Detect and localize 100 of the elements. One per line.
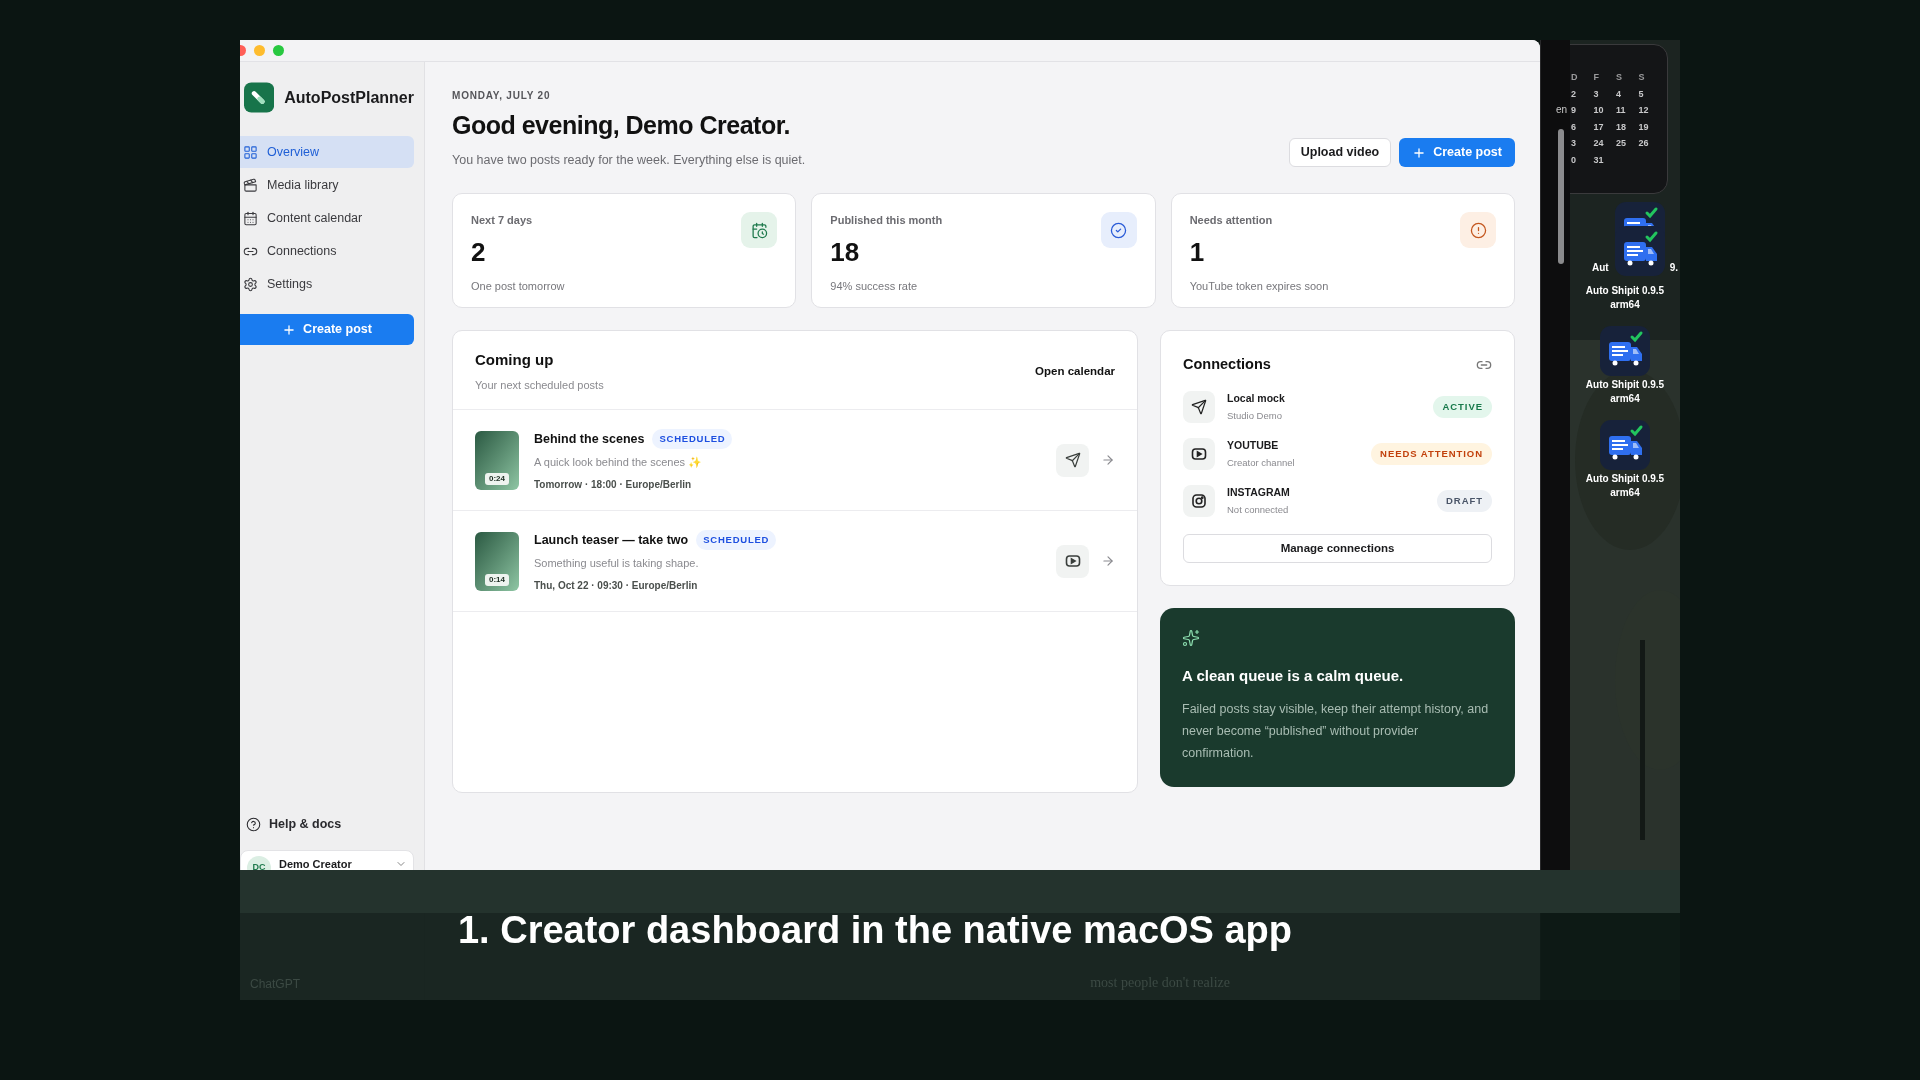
- platform-button[interactable]: [1056, 443, 1089, 477]
- manage-connections-button[interactable]: Manage connections: [1183, 534, 1492, 563]
- nav-item[interactable]: Settings: [240, 268, 414, 300]
- nav-item[interactable]: Overview: [240, 136, 414, 168]
- help-icon: [246, 817, 261, 833]
- nav-item[interactable]: Content calendar: [240, 202, 414, 234]
- zoom-button[interactable]: [273, 45, 284, 56]
- connection-status: NEEDS ATTENTION: [1371, 443, 1492, 465]
- post-row[interactable]: 0:24 Behind the scenes SCHEDULED A quick look behind the scenes ✨ Tomorrow · 18:00 · Europe/Berlin: [453, 410, 1137, 512]
- side-window-text: en: [1555, 103, 1568, 117]
- stat-label: Needs attention: [1189, 213, 1274, 229]
- weekday-label: D: [1571, 71, 1579, 84]
- duration-label: 0:14: [485, 573, 509, 586]
- camera-icon: [1191, 493, 1207, 509]
- calendar-day: 18: [1616, 120, 1639, 134]
- stat-note: YouTube token expires soon: [1189, 278, 1329, 294]
- settings-icon: [243, 276, 258, 292]
- section-title: Coming up: [475, 350, 555, 371]
- upload-video-button[interactable]: Upload video: [1288, 138, 1392, 168]
- greeting-subtitle: You have two posts ready for the week. Everything else is quiet.: [452, 151, 806, 169]
- calendar-day: 3: [1571, 137, 1594, 151]
- create-post-button[interactable]: Create post: [1399, 138, 1515, 168]
- calendar-icon: [243, 210, 258, 226]
- date-label: MONDAY, JULY 20: [452, 89, 552, 103]
- platform-button[interactable]: [1056, 544, 1089, 578]
- calendar-day: 24: [1593, 137, 1616, 151]
- icon-label: 9.: [1669, 261, 1678, 275]
- status-badge: SCHEDULED: [696, 530, 777, 550]
- paper-plane-icon: [1191, 399, 1207, 415]
- weekday-label: F: [1593, 71, 1600, 84]
- calendar-day: 31: [1593, 153, 1616, 167]
- truck-app-icon: [1600, 326, 1650, 376]
- calendar-day: 9: [1571, 104, 1594, 118]
- stat-value: 18: [830, 235, 861, 269]
- icon-label: Auto Shipit 0.9.5 arm64: [1584, 284, 1666, 312]
- calendar-clock-icon: [741, 212, 778, 249]
- connection-status: ACTIVE: [1433, 396, 1492, 418]
- help-link[interactable]: Help & docs: [240, 815, 414, 834]
- connection-name: YOUTUBE: [1227, 438, 1280, 453]
- stat-note: One post tomorrow: [471, 278, 565, 294]
- app-name: AutoPostPlanner: [284, 87, 414, 108]
- icon-label: Aut: [1592, 261, 1609, 275]
- section-title: Connections: [1183, 355, 1271, 375]
- post-title: Behind the scenes: [534, 430, 645, 448]
- greeting-title: Good evening, Demo Creator.: [452, 110, 791, 141]
- connection-status: DRAFT: [1437, 490, 1492, 512]
- status-badge: SCHEDULED: [652, 429, 733, 449]
- calendar-day: 2: [1571, 87, 1594, 101]
- stat-value: 2: [471, 235, 487, 269]
- post-schedule: Thu, Oct 22 · 09:30 · Europe/Berlin: [534, 578, 699, 593]
- nav-item[interactable]: Media library: [240, 169, 414, 201]
- truck-app-icon: [1615, 226, 1665, 276]
- user-name: Demo Creator: [279, 857, 352, 872]
- post-row[interactable]: 0:14 Launch teaser — take two SCHEDULED Something useful is taking shape. Thu, Oct 22 · 09:30 · Europe/Berlin: [453, 511, 1137, 613]
- plus-icon: [1412, 145, 1427, 160]
- calendar-day: 6: [1571, 120, 1594, 134]
- calendar-day: 10: [1593, 104, 1616, 118]
- calendar-day: 17: [1593, 120, 1616, 134]
- calendar-day: 0: [1571, 153, 1594, 167]
- connection-name: Local mock: [1227, 391, 1285, 406]
- post-caption: A quick look behind the scenes ✨: [534, 455, 704, 470]
- tip-body: Failed posts stay visible, keep their attempt history, and never become “published” without provider confirmation.: [1182, 700, 1490, 762]
- clapperboard-icon: [243, 177, 258, 193]
- app-logo: [244, 81, 275, 114]
- truck-app-icon: [1600, 420, 1650, 470]
- stat-note: 94% success rate: [830, 278, 919, 294]
- play-icon: [1064, 553, 1081, 570]
- tip-title: A clean queue is a calm queue.: [1182, 666, 1405, 686]
- stat-label: Published this month: [830, 213, 943, 229]
- icon-label: Auto Shipit 0.9.5 arm64: [1584, 472, 1666, 500]
- calendar-day: 12: [1638, 104, 1661, 118]
- grid-icon: [243, 144, 258, 160]
- alert-icon: [1460, 212, 1496, 249]
- weekday-label: S: [1638, 71, 1646, 84]
- calendar-day: 11: [1616, 104, 1639, 118]
- stat-label: Next 7 days: [471, 213, 534, 229]
- connection-detail: Studio Demo: [1227, 408, 1283, 423]
- duration-label: 0:24: [485, 472, 509, 485]
- section-subtitle: Your next scheduled posts: [475, 377, 604, 393]
- play-icon: [1191, 446, 1207, 462]
- weekday-label: S: [1616, 71, 1623, 84]
- calendar-day: 25: [1616, 137, 1639, 151]
- post-title: Launch teaser — take two: [534, 531, 689, 549]
- calendar-day: 19: [1638, 120, 1661, 134]
- calendar-day: 26: [1638, 137, 1661, 151]
- calendar-day: 4: [1616, 87, 1639, 101]
- post-caption: Something useful is taking shape.: [534, 556, 700, 571]
- open-calendar-link[interactable]: Open calendar: [1035, 362, 1115, 380]
- icon-label: Auto Shipit 0.9.5 arm64: [1584, 378, 1666, 406]
- stat-value: 1: [1189, 235, 1206, 269]
- calendar-day: 3: [1593, 87, 1616, 101]
- create-post-button[interactable]: Create post: [240, 314, 414, 345]
- plus-icon: [282, 322, 297, 337]
- paper-plane-icon: [1064, 452, 1081, 469]
- connection-detail: Not connected: [1227, 502, 1290, 517]
- nav-item[interactable]: Connections: [240, 235, 414, 267]
- connection-name: INSTAGRAM: [1227, 485, 1290, 500]
- connection-detail: Creator channel: [1227, 455, 1295, 470]
- calendar-day: 5: [1638, 87, 1661, 101]
- sparkle-icon: [1182, 629, 1200, 647]
